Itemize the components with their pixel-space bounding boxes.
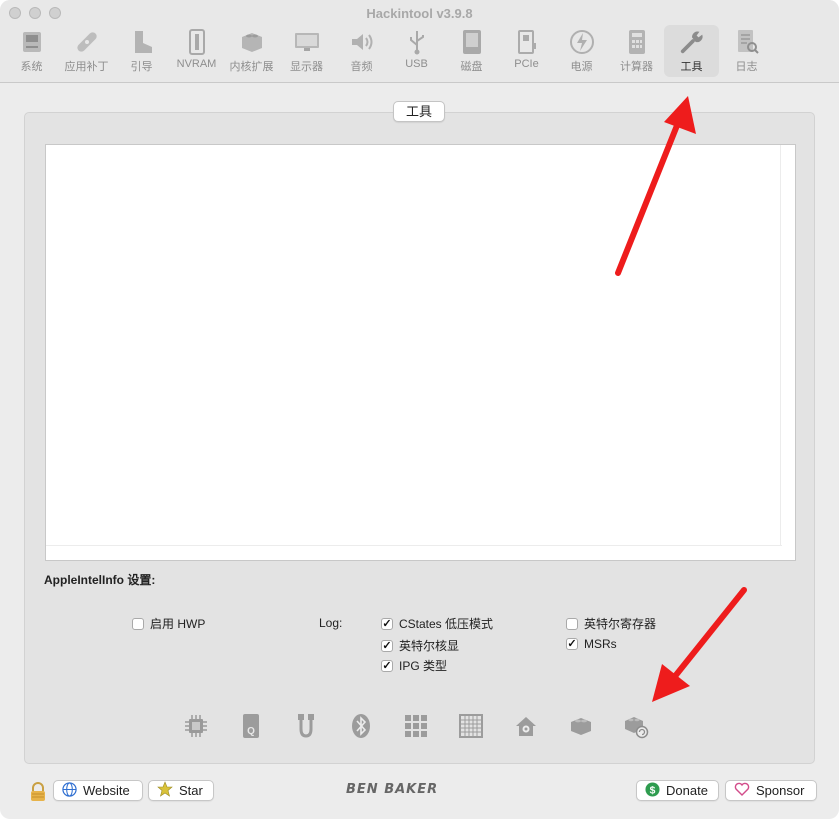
pcie-icon: [514, 28, 540, 56]
hwp-label: 启用 HWP: [150, 617, 206, 631]
boot-icon: [129, 28, 155, 56]
sponsor-button[interactable]: Sponsor: [725, 780, 817, 801]
speaker-icon: [349, 28, 375, 56]
ipg-type-checkbox[interactable]: ✓ IPG 类型: [381, 657, 447, 674]
ben-baker-logo: BEN BAKER: [346, 782, 439, 797]
usb-cable-icon[interactable]: [293, 713, 319, 739]
checkbox-box[interactable]: ✓: [381, 639, 393, 652]
toolbar-item-log[interactable]: 日志: [719, 25, 774, 77]
home-gear-icon[interactable]: [513, 713, 539, 739]
usb-icon: [404, 28, 430, 56]
log-icon: [734, 28, 760, 56]
lego-refresh-icon[interactable]: [623, 713, 649, 739]
settings-title: AppleIntelInfo 设置:: [44, 573, 156, 587]
toolbar-item-system[interactable]: 系统: [4, 25, 59, 77]
star-icon: [157, 781, 173, 800]
cstates-checkbox[interactable]: ✓ CStates 低压模式: [381, 615, 493, 632]
calculator-icon: [624, 28, 650, 56]
checkbox-box[interactable]: [566, 617, 578, 630]
monitor-icon: [294, 28, 320, 56]
nvram-icon: [184, 28, 210, 56]
checkbox-box[interactable]: ✓: [381, 617, 393, 630]
output-text-area[interactable]: [45, 144, 796, 561]
cpu-icon[interactable]: [183, 713, 209, 739]
computer-icon: [19, 28, 45, 56]
lock-icon[interactable]: [29, 782, 47, 805]
horizontal-scrollbar[interactable]: [46, 545, 782, 546]
wrench-icon: [679, 28, 705, 56]
checkbox-box[interactable]: [132, 617, 144, 630]
vertical-scrollbar[interactable]: [780, 145, 781, 545]
star-button[interactable]: Star: [148, 780, 214, 801]
intel-gpu-checkbox[interactable]: ✓ 英特尔核显: [381, 637, 459, 654]
intel-registers-label: 英特尔寄存器: [584, 617, 657, 631]
lego-icon[interactable]: [568, 713, 594, 739]
toolbar-item-patch[interactable]: 应用补丁: [59, 25, 114, 77]
ipg-type-label: IPG 类型: [399, 659, 448, 673]
window-title: Hackintool v3.9.8: [366, 6, 473, 21]
log-label: Log:: [319, 616, 343, 630]
bluetooth-icon[interactable]: [348, 713, 374, 739]
checkbox-box[interactable]: ✓: [566, 638, 578, 650]
app-window: Hackintool v3.9.8 系统 应用补丁 引导 NVRAM 内核扩展: [0, 0, 839, 819]
tool-buttons: Q: [183, 713, 649, 739]
toolbar-item-calculator[interactable]: 计算器: [609, 25, 664, 77]
toolbar-item-display[interactable]: 显示器: [279, 25, 334, 77]
toolbar: 系统 应用补丁 引导 NVRAM 内核扩展 显示器 音频 USB 磁盘 PCIe…: [4, 25, 774, 77]
globe-icon: [62, 781, 77, 800]
dollar-icon: $: [645, 781, 660, 800]
msrs-label: MSRs: [584, 637, 617, 651]
toolbar-item-boot[interactable]: 引导: [114, 25, 169, 77]
website-button[interactable]: Website: [53, 780, 143, 801]
titlebar: Hackintool v3.9.8 系统 应用补丁 引导 NVRAM 内核扩展: [0, 0, 839, 83]
checkbox-box[interactable]: ✓: [381, 659, 393, 672]
toolbar-item-disk[interactable]: 磁盘: [444, 25, 499, 77]
intel-registers-checkbox[interactable]: 英特尔寄存器: [566, 615, 656, 632]
disk-icon: [459, 28, 485, 56]
toolbar-item-pcie[interactable]: PCIe: [499, 25, 554, 77]
toolbar-item-audio[interactable]: 音频: [334, 25, 389, 77]
chip-grid-icon[interactable]: [458, 713, 484, 739]
toolbar-item-tools[interactable]: 工具: [664, 25, 719, 77]
bandage-icon: [74, 28, 100, 56]
toolbar-item-kexts[interactable]: 内核扩展: [224, 25, 279, 77]
toolbar-item-power[interactable]: 电源: [554, 25, 609, 77]
svg-text:Q: Q: [247, 726, 255, 737]
msrs-checkbox[interactable]: ✓ MSRs: [566, 637, 617, 651]
cstates-label: CStates 低压模式: [399, 617, 494, 631]
svg-text:$: $: [650, 785, 656, 796]
toolbar-item-nvram[interactable]: NVRAM: [169, 25, 224, 77]
power-icon: [569, 28, 595, 56]
disk-q-icon[interactable]: Q: [238, 713, 264, 739]
grid-icon[interactable]: [403, 713, 429, 739]
toolbar-item-usb[interactable]: USB: [389, 25, 444, 77]
intel-gpu-label: 英特尔核显: [399, 639, 460, 653]
donate-button[interactable]: $ Donate: [636, 780, 719, 801]
hwp-checkbox[interactable]: 启用 HWP: [132, 615, 205, 632]
tab-tools[interactable]: 工具: [393, 101, 445, 122]
lego-icon: [239, 28, 265, 56]
heart-icon: [734, 782, 750, 799]
